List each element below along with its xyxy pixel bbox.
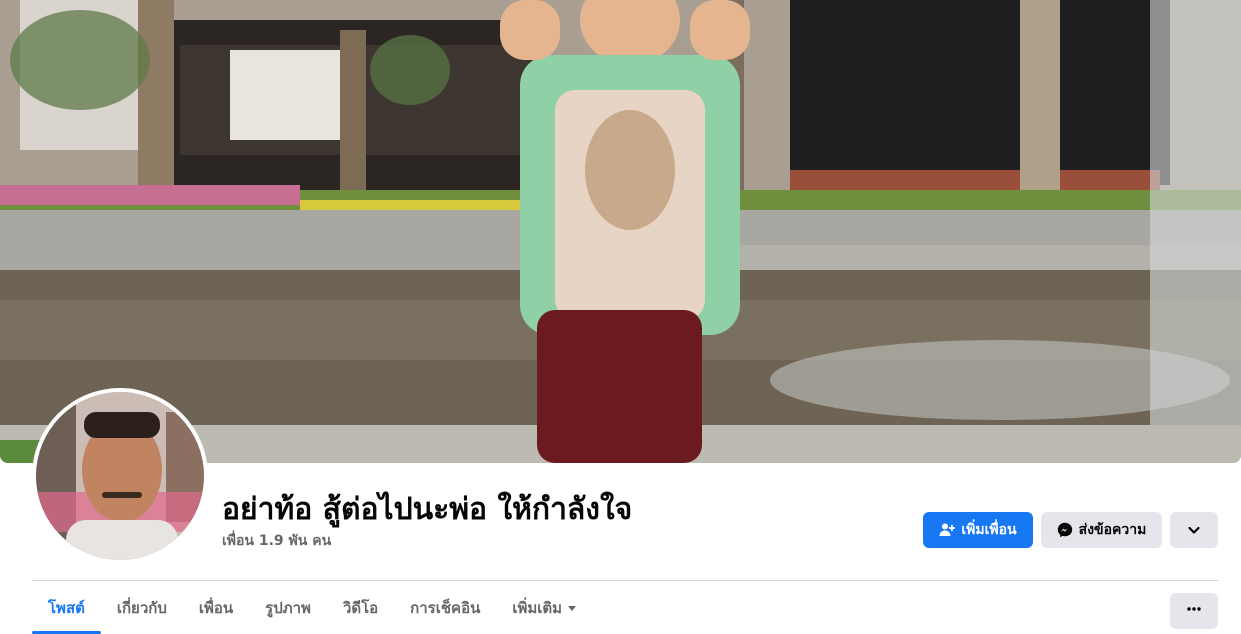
add-friend-icon [939,522,956,538]
cover-photo-image [0,0,1241,463]
caret-down-icon [568,606,577,611]
tab-label: เพิ่มเติม [512,598,563,617]
tab-label: การเช็คอิน [410,598,481,617]
tab-options-button[interactable] [1170,593,1218,629]
tab-checkins[interactable]: การเช็คอิน [394,581,496,634]
profile-tabs: โพสต์ เกี่ยวกับ เพื่อน รูปภาพ วิดีโอ การ… [32,581,592,634]
tab-label: รูปภาพ [265,598,311,617]
tab-label: วิดีโอ [342,598,379,617]
tab-posts[interactable]: โพสต์ [32,581,101,634]
profile-avatar[interactable] [32,388,208,564]
cover-photo[interactable] [0,0,1241,463]
tab-videos[interactable]: วิดีโอ [327,581,394,634]
tab-label: โพสต์ [48,598,85,617]
tab-about[interactable]: เกี่ยวกับ [101,581,183,634]
tab-label: เกี่ยวกับ [116,598,167,617]
ellipsis-icon [1186,601,1202,621]
chevron-down-icon [1186,522,1202,538]
messenger-icon [1057,522,1073,538]
tab-friends[interactable]: เพื่อน [183,581,249,634]
avatar-photo [36,392,204,560]
tab-more[interactable]: เพิ่มเติม [496,581,592,634]
add-friend-button[interactable]: เพิ่มเพื่อน [923,512,1033,548]
profile-more-button[interactable] [1170,512,1218,548]
message-button[interactable]: ส่งข้อความ [1041,512,1162,548]
tab-photos[interactable]: รูปภาพ [249,581,327,634]
profile-name: อย่าท้อ สู้ต่อไปนะพ่อ ให้กำลังใจ [222,492,633,527]
add-friend-label: เพิ่มเพื่อน [961,522,1017,538]
tab-label: เพื่อน [198,598,234,617]
friends-count[interactable]: เพื่อน 1.9 พัน คน [222,530,331,552]
message-label: ส่งข้อความ [1078,522,1147,538]
